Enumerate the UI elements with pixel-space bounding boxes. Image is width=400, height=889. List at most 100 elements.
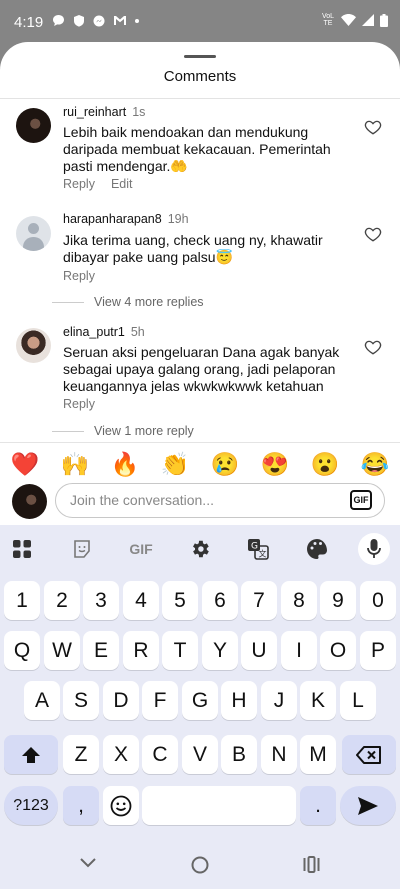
comment-text: Lebih baik mendoakan dan mendukung darip… bbox=[63, 124, 331, 174]
translate-icon[interactable]: G文 bbox=[246, 537, 270, 561]
shift-key[interactable] bbox=[4, 735, 58, 774]
avatar[interactable] bbox=[16, 216, 51, 251]
key-m[interactable]: M bbox=[300, 735, 336, 774]
period-key[interactable]: . bbox=[300, 786, 336, 825]
comment-username[interactable]: elina_putr1 bbox=[63, 325, 125, 339]
key-2[interactable]: 2 bbox=[44, 581, 80, 620]
key-f[interactable]: F bbox=[142, 681, 178, 720]
avatar[interactable] bbox=[16, 108, 51, 143]
key-v[interactable]: V bbox=[182, 735, 218, 774]
key-h[interactable]: H bbox=[221, 681, 257, 720]
reply-button[interactable]: Reply bbox=[63, 269, 95, 283]
key-q[interactable]: Q bbox=[4, 631, 40, 670]
home-circle-icon[interactable] bbox=[191, 856, 209, 874]
key-9[interactable]: 9 bbox=[320, 581, 356, 620]
status-bar: 4:19 VoLTE bbox=[0, 0, 400, 44]
sheet-drag-handle[interactable] bbox=[184, 55, 216, 58]
key-g[interactable]: G bbox=[182, 681, 218, 720]
key-k[interactable]: K bbox=[300, 681, 336, 720]
key-o[interactable]: O bbox=[320, 631, 356, 670]
comment-text: Jika terima uang, check uang ny, khawati… bbox=[63, 232, 323, 265]
reply-button[interactable]: Reply bbox=[63, 397, 95, 411]
edit-button[interactable]: Edit bbox=[111, 177, 133, 191]
view-more-replies[interactable]: View 4 more replies bbox=[52, 295, 204, 309]
key-0[interactable]: 0 bbox=[360, 581, 396, 620]
key-t[interactable]: T bbox=[162, 631, 198, 670]
send-key[interactable] bbox=[340, 786, 396, 825]
key-8[interactable]: 8 bbox=[281, 581, 317, 620]
cell-signal-icon bbox=[362, 14, 374, 26]
key-a[interactable]: A bbox=[24, 681, 60, 720]
emoji-raised-hands-button[interactable]: 🙌 bbox=[61, 451, 90, 478]
key-y[interactable]: Y bbox=[202, 631, 238, 670]
like-heart-icon[interactable] bbox=[364, 225, 382, 243]
key-z[interactable]: Z bbox=[63, 735, 99, 774]
settings-gear-icon[interactable] bbox=[188, 537, 212, 561]
shield-app-icon bbox=[74, 15, 84, 27]
comment-text: Seruan aksi pengeluaran Dana agak banyak… bbox=[63, 344, 340, 394]
notification-icons bbox=[52, 14, 139, 27]
key-j[interactable]: J bbox=[261, 681, 297, 720]
key-i[interactable]: I bbox=[281, 631, 317, 670]
comment-username[interactable]: rui_reinhart bbox=[63, 105, 126, 119]
backspace-key[interactable] bbox=[342, 735, 396, 774]
comment-input-placeholder: Join the conversation... bbox=[70, 492, 214, 508]
sticker-icon[interactable] bbox=[70, 537, 94, 561]
key-n[interactable]: N bbox=[261, 735, 297, 774]
comment-username[interactable]: harapanharapan8 bbox=[63, 212, 162, 226]
key-6[interactable]: 6 bbox=[202, 581, 238, 620]
like-heart-icon[interactable] bbox=[364, 338, 382, 356]
reply-thread-line bbox=[52, 430, 84, 432]
key-l[interactable]: L bbox=[340, 681, 376, 720]
key-u[interactable]: U bbox=[241, 631, 277, 670]
more-notifications-dot-icon bbox=[135, 18, 139, 23]
shift-arrow-icon bbox=[22, 746, 40, 763]
emoji-heart-button[interactable]: ❤️ bbox=[11, 451, 40, 478]
svg-text:文: 文 bbox=[259, 549, 267, 559]
key-p[interactable]: P bbox=[360, 631, 396, 670]
view-more-replies[interactable]: View 1 more reply bbox=[52, 424, 194, 438]
key-w[interactable]: W bbox=[44, 631, 80, 670]
key-7[interactable]: 7 bbox=[241, 581, 277, 620]
symbols-key[interactable]: ?123 bbox=[4, 786, 58, 825]
emoji-key[interactable] bbox=[103, 786, 139, 825]
key-1[interactable]: 1 bbox=[4, 581, 40, 620]
emoji-sad-button[interactable]: 😢 bbox=[211, 451, 240, 478]
gif-keyboard-button[interactable]: GIF bbox=[124, 537, 158, 561]
key-b[interactable]: B bbox=[221, 735, 257, 774]
emoji-surprised-button[interactable]: 😮 bbox=[311, 451, 340, 478]
key-x[interactable]: X bbox=[103, 735, 139, 774]
comments-sheet: Comments rui_reinhart 1s Lebih baik mendo… bbox=[0, 42, 400, 442]
key-3[interactable]: 3 bbox=[83, 581, 119, 620]
system-icons: VoLTE bbox=[321, 13, 388, 27]
voice-input-button[interactable] bbox=[358, 533, 390, 565]
chat-bubble-icon bbox=[53, 15, 64, 26]
send-arrow-icon bbox=[358, 796, 378, 815]
emoji-heart-eyes-button[interactable]: 😍 bbox=[261, 451, 290, 478]
emoji-laugh-button[interactable]: 😂 bbox=[361, 451, 390, 478]
backspace-icon bbox=[356, 745, 381, 764]
key-r[interactable]: R bbox=[123, 631, 159, 670]
emoji-clap-button[interactable]: 👏 bbox=[161, 451, 190, 478]
like-heart-icon[interactable] bbox=[364, 118, 382, 136]
sheet-divider bbox=[0, 98, 400, 99]
apps-grid-icon[interactable] bbox=[10, 537, 34, 561]
comment-composer: Join the conversation... GIF bbox=[0, 479, 400, 525]
key-5[interactable]: 5 bbox=[162, 581, 198, 620]
hide-keyboard-chevron-down-icon[interactable] bbox=[80, 858, 96, 868]
key-e[interactable]: E bbox=[83, 631, 119, 670]
theme-palette-icon[interactable] bbox=[305, 537, 329, 561]
reply-button[interactable]: Reply bbox=[63, 177, 95, 191]
key-d[interactable]: D bbox=[103, 681, 139, 720]
comma-key[interactable]: , bbox=[63, 786, 99, 825]
recent-apps-icon[interactable] bbox=[303, 856, 320, 873]
key-4[interactable]: 4 bbox=[123, 581, 159, 620]
comment-timestamp: 5h bbox=[130, 325, 145, 339]
key-s[interactable]: S bbox=[63, 681, 99, 720]
avatar[interactable] bbox=[16, 328, 51, 363]
space-bar[interactable] bbox=[142, 786, 296, 825]
emoji-fire-button[interactable]: 🔥 bbox=[111, 451, 140, 478]
comment-input[interactable]: Join the conversation... GIF bbox=[55, 483, 385, 518]
key-c[interactable]: C bbox=[142, 735, 178, 774]
gif-button[interactable]: GIF bbox=[350, 490, 372, 510]
